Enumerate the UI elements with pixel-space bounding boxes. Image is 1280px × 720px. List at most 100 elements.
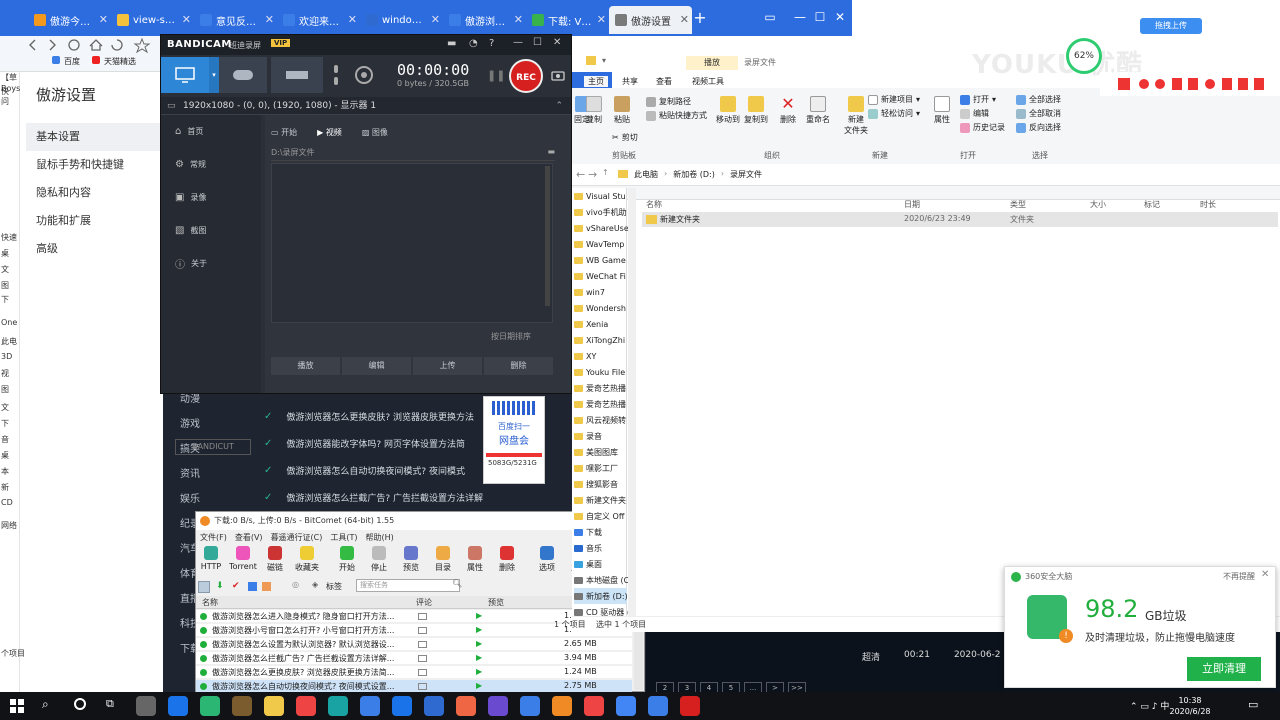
tab-7[interactable]: 傲游设置 ✕	[609, 6, 692, 34]
tree-item[interactable]: 新加卷 (D:)	[574, 588, 628, 604]
settings-item-2[interactable]: 隐私和内容	[26, 179, 163, 207]
forward-icon[interactable]	[49, 39, 56, 51]
article-row[interactable]: ✓ 傲游浏览器怎么拦截广告? 广告拦截设置方法详解	[264, 486, 496, 508]
recording-action-3[interactable]: 删除	[484, 357, 553, 375]
favorite-star-icon[interactable]	[133, 37, 151, 54]
camera-icon[interactable]	[551, 69, 565, 81]
bitcomet-menu-2[interactable]: 暮遥通行证(C)	[271, 532, 323, 543]
column-1[interactable]: 日期	[904, 199, 920, 210]
bandicam-maximize-icon[interactable]: ☐	[533, 37, 542, 48]
properties-button[interactable]: 属性	[934, 96, 950, 125]
rec-button[interactable]: REC	[509, 59, 543, 93]
easy-access-button[interactable]: 轻松访问 ▾	[868, 108, 920, 119]
webcam-icon[interactable]	[349, 61, 379, 89]
breadcrumb-item[interactable]: 录屏文件	[730, 169, 762, 180]
settings-item-1[interactable]: 鼠标手势和快捷键	[26, 151, 163, 179]
task-row[interactable]: 傲游浏览器怎么更换皮肤? 浏览器皮肤更换方法简... ▶ 1.24 MB	[196, 666, 632, 679]
bitcomet-tool-5[interactable]: 停止	[364, 546, 394, 580]
blue-square-icon[interactable]	[248, 582, 257, 591]
context-tab-play[interactable]: 播放	[686, 56, 738, 70]
tree-item[interactable]: WeChat Fi	[574, 268, 626, 284]
taskbar-app-icon[interactable]	[424, 696, 444, 716]
recording-action-0[interactable]: 播放	[271, 357, 340, 375]
select-all-button[interactable]: 全部选择	[1016, 94, 1061, 105]
ribbon-tab-0[interactable]: 主页	[584, 76, 608, 87]
up-icon[interactable]: ↑	[602, 168, 609, 177]
tree-item[interactable]: WavTemp	[574, 236, 624, 252]
tree-item[interactable]: win7	[574, 284, 605, 300]
tree-item[interactable]: Youku File	[574, 364, 625, 380]
invert-selection-button[interactable]: 反向选择	[1016, 122, 1061, 133]
tab-1[interactable]: view-source✕	[111, 6, 194, 34]
settings-item-4[interactable]: 高级	[26, 235, 163, 263]
device-mode-button[interactable]	[271, 57, 323, 93]
paste-shortcut-button[interactable]: 粘贴快捷方式	[646, 110, 707, 121]
category-3[interactable]: 资讯	[180, 465, 200, 480]
article-row[interactable]: ✓ 傲游浏览器怎么自动切换夜间模式? 夜间模式	[264, 459, 496, 481]
taskbar-app-icon[interactable]	[328, 696, 348, 716]
taskbar-app-icon[interactable]	[136, 696, 156, 716]
new-tab-button[interactable]: +	[690, 8, 710, 28]
bitcomet-tool-0[interactable]: HTTP	[196, 546, 226, 580]
no-remind-link[interactable]: 不再提醒	[1223, 571, 1255, 582]
tree-item[interactable]: Visual Stu	[574, 188, 626, 204]
tree-item[interactable]: 新建文件夹	[574, 492, 626, 508]
new-folder-button[interactable]: 新建 文件夹	[842, 96, 870, 136]
bitcomet-menu-0[interactable]: 文件(F)	[200, 532, 227, 543]
tree-item[interactable]: 嘿影工厂	[574, 460, 618, 476]
task-view-icon[interactable]: ⧉	[106, 697, 114, 711]
tab-5[interactable]: 傲游浏览器-✕	[443, 6, 526, 34]
open-folder-icon[interactable]: ▬	[547, 147, 555, 156]
game-mode-button[interactable]	[219, 57, 267, 93]
checkmark-icon[interactable]: ✔	[232, 581, 240, 591]
tree-item[interactable]: 爱奇艺热播	[574, 380, 626, 396]
filter-button[interactable]	[198, 581, 210, 593]
bandicut-button[interactable]: BANDICUT	[175, 439, 251, 455]
tree-scrollbar[interactable]	[628, 188, 636, 618]
settings-item-3[interactable]: 功能和扩展	[26, 207, 163, 235]
rename-button[interactable]: 重命名	[806, 96, 830, 125]
tree-item[interactable]: vivo手机助	[574, 204, 627, 220]
column-0[interactable]: 名称	[646, 199, 662, 210]
bitcomet-tool-2[interactable]: 磁链	[260, 546, 290, 580]
bandicam-nav-3[interactable]: ▧ 截图	[175, 220, 206, 240]
tab-0[interactable]: 傲游今日_傲游✕	[28, 6, 111, 34]
tree-item[interactable]: 录音	[574, 428, 602, 444]
popup-close-icon[interactable]: ✕	[1261, 569, 1269, 580]
taskbar-app-icon[interactable]	[520, 696, 540, 716]
globe-icon[interactable]: ◎	[292, 580, 299, 589]
tab-close-icon[interactable]: ✕	[431, 13, 440, 26]
help-icon[interactable]: ?	[489, 38, 494, 49]
bandicam-minimize-icon[interactable]: —	[513, 37, 523, 48]
taskbar-app-icon[interactable]	[232, 696, 252, 716]
delete-button[interactable]: ✕ 删除	[780, 96, 796, 125]
tag-icon[interactable]: ◈	[312, 580, 318, 589]
task-search-input[interactable]: 搜索任务	[356, 579, 460, 592]
share-icon[interactable]	[262, 582, 271, 591]
taskbar-app-icon[interactable]	[168, 696, 188, 716]
mic-icon[interactable]	[331, 61, 341, 89]
tab-close-icon[interactable]: ✕	[182, 13, 191, 26]
taskbar-app-icon[interactable]	[264, 696, 284, 716]
bitcomet-tool-1[interactable]: Torrent	[228, 546, 258, 580]
bitcomet-tool-7[interactable]: 目录	[428, 546, 458, 580]
bitcomet-menu-3[interactable]: 工具(T)	[330, 532, 357, 543]
tree-item[interactable]: XY	[574, 348, 596, 364]
task-row[interactable]: 傲游浏览器怎么拦截广告? 广告拦截设置方法详解... ▶ 3.94 MB	[196, 652, 632, 665]
preview-icon[interactable]: ▶	[476, 653, 482, 662]
sort-by-date[interactable]: 按日期排序	[491, 331, 531, 342]
bitcomet-tool-3[interactable]: 收藏夹	[292, 546, 322, 580]
column-3[interactable]: 大小	[1090, 199, 1106, 210]
bitcomet-menu-1[interactable]: 查看(V)	[235, 532, 263, 543]
screen-mode-button[interactable]	[161, 57, 209, 93]
taskbar-app-icon[interactable]	[584, 696, 604, 716]
taskbar-app-icon[interactable]	[392, 696, 412, 716]
forward-icon[interactable]: →	[588, 168, 597, 181]
taskbar-app-icon[interactable]	[200, 696, 220, 716]
column-2[interactable]: 类型	[1010, 199, 1026, 210]
tree-item[interactable]: Wondersh	[574, 300, 626, 316]
copy-button[interactable]: 复制	[586, 96, 602, 125]
tab-2[interactable]: 意见反馈_问题✕	[194, 6, 277, 34]
copy-to-button[interactable]: 复制到	[744, 96, 768, 125]
category-4[interactable]: 娱乐	[180, 490, 200, 505]
